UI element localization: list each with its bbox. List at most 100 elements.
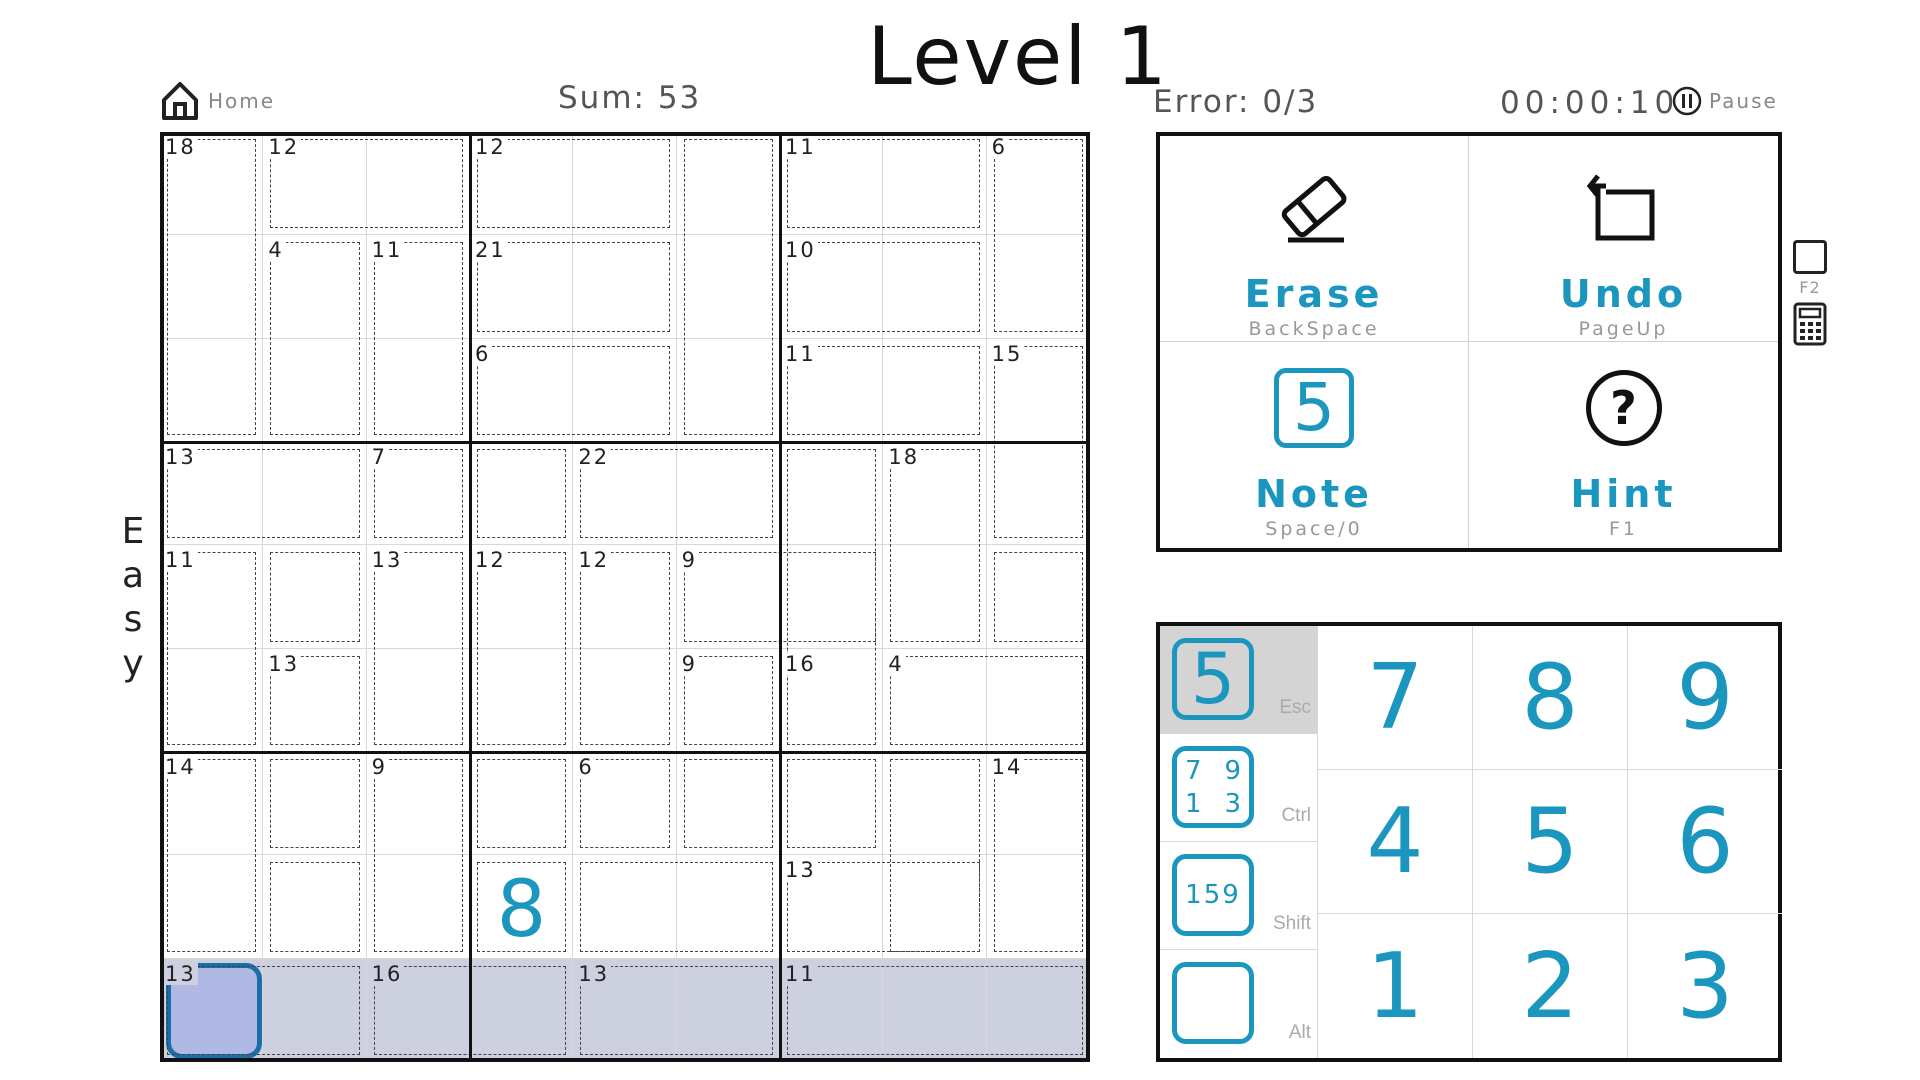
input-mode-list: 5 Esc 7 9 1 3 Ctrl 159 Shift Alt <box>1160 626 1317 1058</box>
cage-sum: 9 <box>679 548 700 573</box>
board-cell[interactable] <box>986 855 1090 959</box>
box-divider <box>160 440 1090 444</box>
normal-mode-icon: 5 <box>1172 638 1254 720</box>
board-cell[interactable] <box>986 545 1090 649</box>
board-cell[interactable] <box>883 235 987 339</box>
cage-sum: 12 <box>473 548 508 573</box>
error-counter: Error: 0/3 <box>1153 84 1319 120</box>
board-cell[interactable] <box>573 648 677 752</box>
board-cell[interactable] <box>573 132 677 236</box>
board-cell[interactable] <box>883 338 987 442</box>
board-cell[interactable] <box>883 855 987 959</box>
cage-sum: 9 <box>679 651 700 676</box>
board-cell[interactable] <box>986 235 1090 339</box>
note-icon: 5 <box>1272 366 1356 450</box>
note-button[interactable]: 5 Note Space/0 <box>1160 342 1469 548</box>
undo-button[interactable]: Undo PageUp <box>1469 136 1778 342</box>
center-notes-mode-button[interactable]: 159 Shift <box>1160 842 1317 950</box>
board-cell[interactable] <box>366 855 470 959</box>
board-cell[interactable] <box>676 958 780 1062</box>
pause-label: Pause <box>1709 89 1778 113</box>
checkbox-icon[interactable] <box>1793 240 1827 274</box>
hint-button[interactable]: ? Hint F1 <box>1469 342 1778 548</box>
board-cell[interactable] <box>676 338 780 442</box>
note-label: Note <box>1255 472 1373 516</box>
home-label: Home <box>208 89 276 113</box>
timer: 00:00:10 <box>1500 85 1680 121</box>
calculator-icon[interactable] <box>1793 302 1827 350</box>
digit-key-4[interactable]: 4 <box>1317 770 1472 914</box>
board-cell[interactable] <box>160 855 264 959</box>
board-cell[interactable] <box>573 855 677 959</box>
cage-sum: 12 <box>576 548 612 573</box>
digit-key-3[interactable]: 3 <box>1627 914 1782 1058</box>
center-notes-icon: 159 <box>1172 854 1254 936</box>
board-cell[interactable] <box>263 958 367 1062</box>
home-icon <box>162 82 198 120</box>
board-cell[interactable] <box>573 338 677 442</box>
board-cell[interactable] <box>263 855 367 959</box>
board-cell[interactable] <box>366 338 470 442</box>
pause-button[interactable]: Pause <box>1671 85 1778 117</box>
action-panel: Erase BackSpace Undo PageUp 5 Note Space… <box>1156 132 1782 552</box>
placed-digit: 8 <box>496 865 547 956</box>
cage-sum: 18 <box>886 445 922 469</box>
board-cell[interactable] <box>986 958 1090 1062</box>
cage-sum: 21 <box>473 238 508 263</box>
board-cell[interactable] <box>986 648 1090 752</box>
home-button[interactable]: Home <box>160 80 275 122</box>
color-mode-button[interactable]: Alt <box>1160 950 1317 1058</box>
eraser-icon <box>1272 166 1356 250</box>
board-cell[interactable] <box>263 338 367 442</box>
board-cell[interactable] <box>676 235 780 339</box>
difficulty-letter: E <box>121 511 145 552</box>
shift-shortcut: Shift <box>1272 913 1311 934</box>
board-cell[interactable] <box>883 958 987 1062</box>
board-cell[interactable] <box>470 958 574 1062</box>
board-cell[interactable] <box>160 648 264 752</box>
board-cell[interactable] <box>676 752 780 856</box>
digit-key-6[interactable]: 6 <box>1627 770 1782 914</box>
cage-sum: 13 <box>576 961 612 986</box>
board-cell[interactable] <box>263 752 367 856</box>
cage-sum: 4 <box>886 651 906 676</box>
board-cell[interactable] <box>780 545 884 649</box>
board-cell[interactable] <box>676 132 780 236</box>
note-icon-digit: 5 <box>1274 368 1354 448</box>
digit-key-1[interactable]: 1 <box>1317 914 1472 1058</box>
board-cell[interactable] <box>883 545 987 649</box>
digit-key-8[interactable]: 8 <box>1472 626 1627 770</box>
cage-sum: 10 <box>783 238 818 263</box>
board-cell[interactable] <box>986 442 1090 546</box>
board-cell[interactable] <box>160 235 264 339</box>
board-cell[interactable] <box>883 132 987 236</box>
board-cell[interactable] <box>470 648 574 752</box>
board-cell[interactable] <box>366 648 470 752</box>
board-cell[interactable] <box>470 442 574 546</box>
board-cell[interactable] <box>676 442 780 546</box>
cage-sum: 16 <box>783 651 818 676</box>
box-divider <box>778 132 782 1062</box>
hint-icon: ? <box>1582 366 1666 450</box>
board-cell[interactable] <box>780 752 884 856</box>
board-cell[interactable] <box>780 442 884 546</box>
board-cell[interactable] <box>263 442 367 546</box>
box-divider <box>468 132 472 1062</box>
board-cell[interactable] <box>676 855 780 959</box>
corner-notes-mode-button[interactable]: 7 9 1 3 Ctrl <box>1160 734 1317 842</box>
killer-sudoku-board: 18 12 12 11 6 4 11 21 10 6 11 15 13 7 22 18 11 13 12 12 9 13 9… <box>160 132 1090 1062</box>
digit-key-2[interactable]: 2 <box>1472 914 1627 1058</box>
board-cell[interactable] <box>883 752 987 856</box>
board-cell[interactable] <box>263 545 367 649</box>
digit-key-7[interactable]: 7 <box>1317 626 1472 770</box>
normal-mode-button[interactable]: 5 Esc <box>1160 626 1317 734</box>
color-mode-icon <box>1172 962 1254 1044</box>
board-cell[interactable] <box>160 338 264 442</box>
digit-key-9[interactable]: 9 <box>1627 626 1782 770</box>
erase-button[interactable]: Erase BackSpace <box>1160 136 1469 342</box>
board-cell[interactable] <box>366 132 470 236</box>
digit-key-5[interactable]: 5 <box>1472 770 1627 914</box>
board-cell[interactable] <box>470 752 574 856</box>
board-cell[interactable] <box>573 235 677 339</box>
hint-label: Hint <box>1570 472 1677 516</box>
